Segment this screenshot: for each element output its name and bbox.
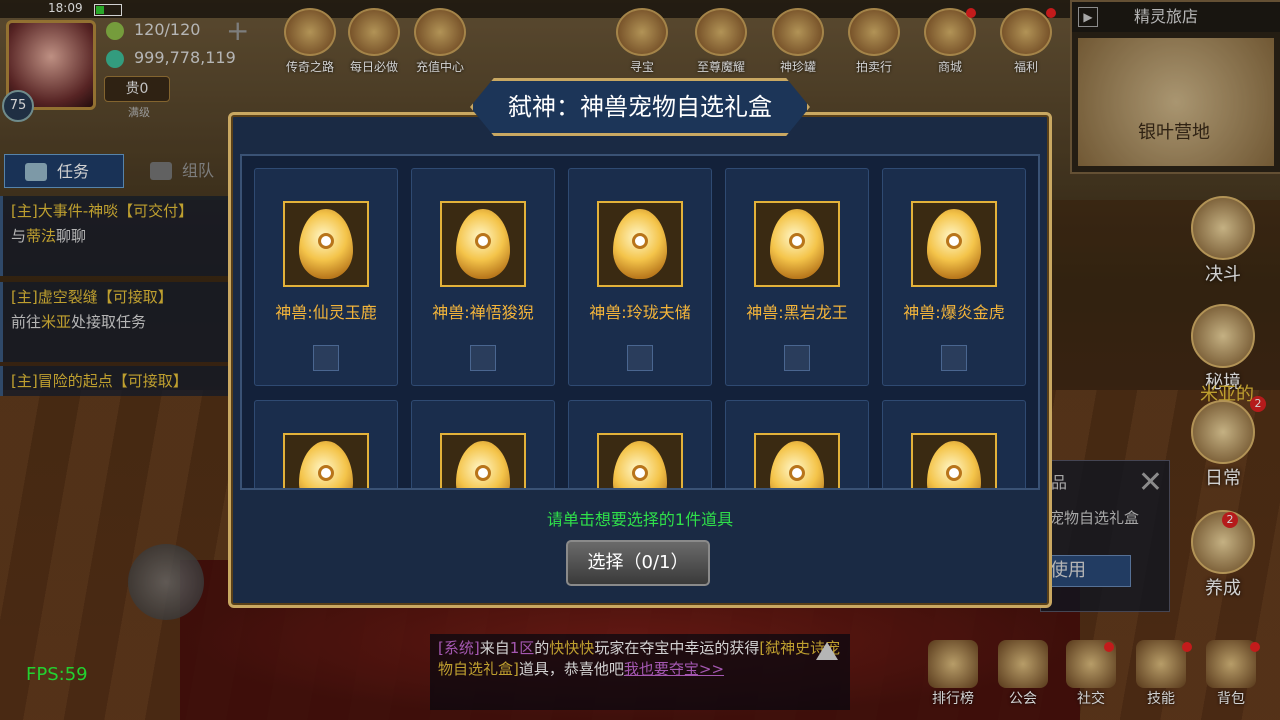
item-checkbox[interactable]	[470, 345, 496, 371]
item-name: 神兽:爆炎金虎	[903, 303, 1005, 322]
beast-egg-icon	[283, 201, 369, 287]
beast-egg-icon	[440, 433, 526, 488]
item-cell[interactable]: 神兽:仙灵玉鹿	[254, 168, 398, 386]
item-cell[interactable]	[568, 400, 712, 488]
item-cell[interactable]: 神兽:黑岩龙王	[725, 168, 869, 386]
beast-egg-icon	[754, 433, 840, 488]
beast-egg-icon	[754, 201, 840, 287]
item-cell[interactable]: 神兽:玲珑夫储	[568, 168, 712, 386]
beast-egg-icon	[911, 201, 997, 287]
beast-egg-icon	[597, 433, 683, 488]
beast-egg-icon	[911, 433, 997, 488]
item-cell[interactable]: 神兽:禅悟狻猊	[411, 168, 555, 386]
choose-button[interactable]: 选择（0/1）	[566, 540, 710, 586]
item-grid: 神兽:仙灵玉鹿 神兽:禅悟狻猊 神兽:玲珑夫储 神兽:黑岩龙王 神兽:爆炎金虎	[240, 154, 1040, 490]
item-cell[interactable]	[725, 400, 869, 488]
dialog-title: 弑神：神兽宠物自选礼盒	[470, 78, 810, 136]
beast-egg-icon	[283, 433, 369, 488]
item-checkbox[interactable]	[313, 345, 339, 371]
beast-egg-icon	[597, 201, 683, 287]
item-name: 神兽:仙灵玉鹿	[275, 303, 377, 322]
item-cell[interactable]	[254, 400, 398, 488]
item-cell[interactable]	[411, 400, 555, 488]
item-checkbox[interactable]	[784, 345, 810, 371]
item-name: 神兽:玲珑夫储	[589, 303, 691, 322]
item-name: 神兽:黑岩龙王	[746, 303, 848, 322]
beast-egg-icon	[440, 201, 526, 287]
item-checkbox[interactable]	[941, 345, 967, 371]
selection-hint: 请单击想要选择的1件道具	[546, 510, 734, 529]
dialog-title-banner: 弑神：神兽宠物自选礼盒	[470, 78, 810, 136]
item-cell[interactable]	[882, 400, 1026, 488]
item-checkbox[interactable]	[627, 345, 653, 371]
item-name: 神兽:禅悟狻猊	[432, 303, 534, 322]
item-cell[interactable]: 神兽:爆炎金虎	[882, 168, 1026, 386]
